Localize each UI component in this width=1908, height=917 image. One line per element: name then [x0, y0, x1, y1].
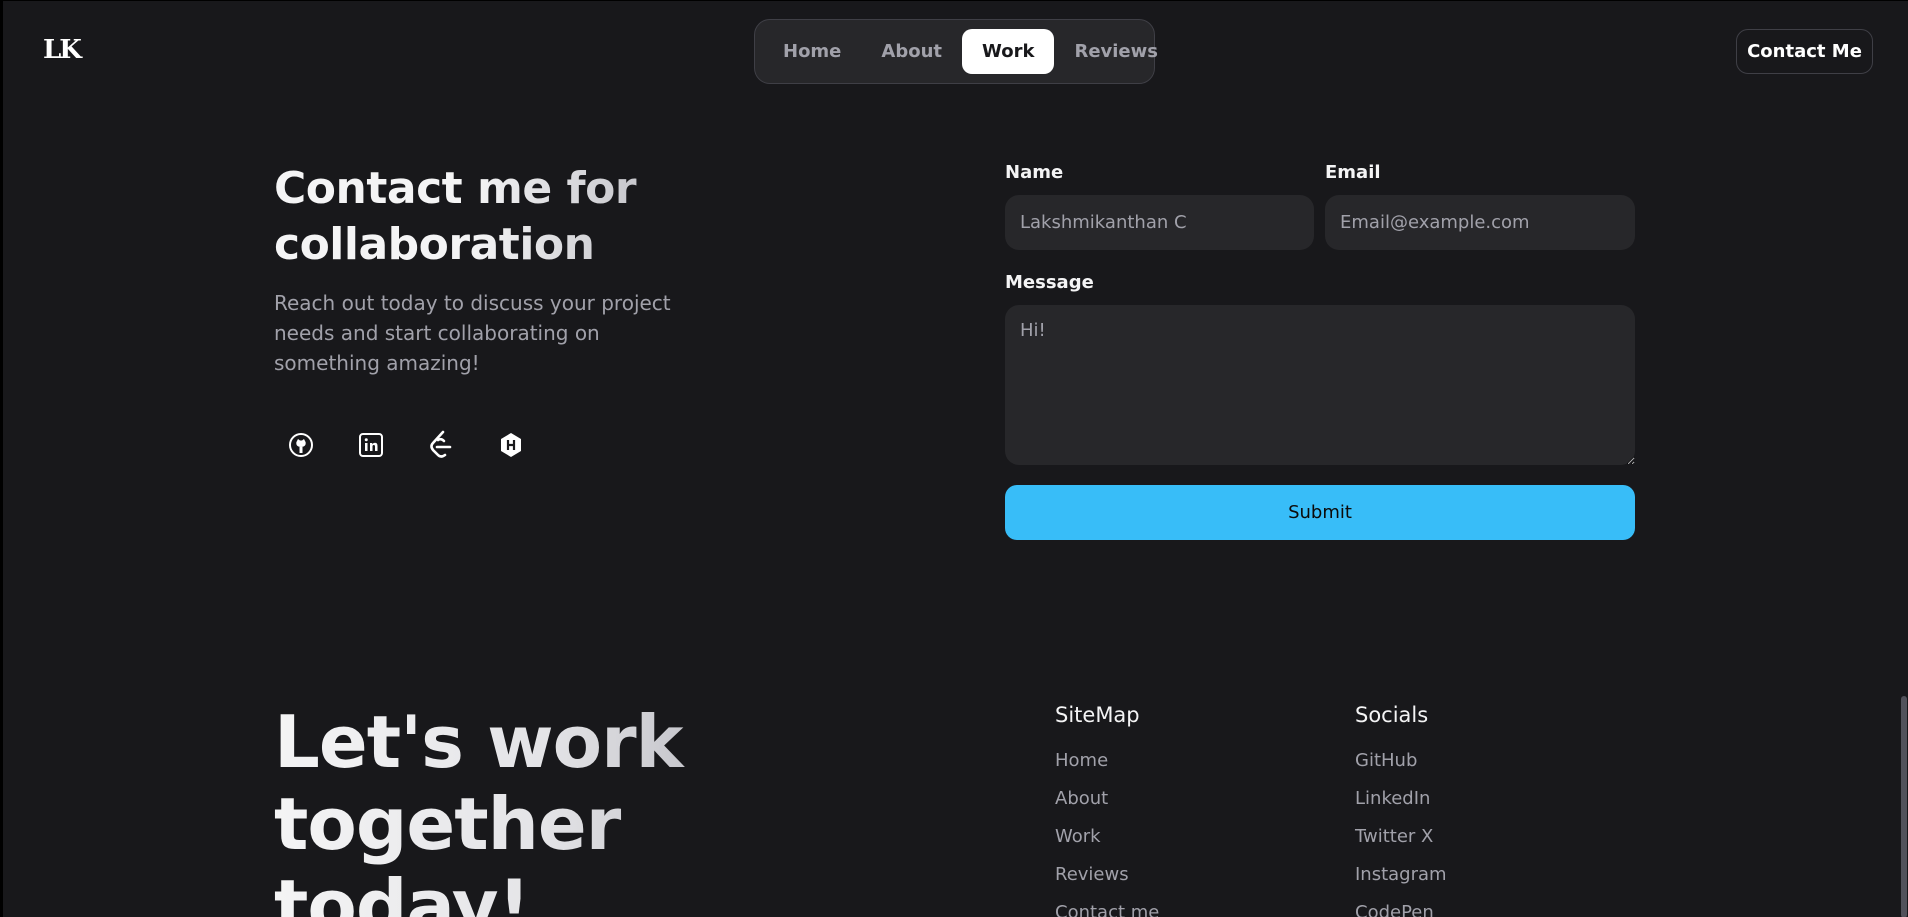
name-label: Name — [1005, 162, 1064, 183]
name-input[interactable] — [1005, 195, 1314, 250]
page: LK Home About Work Reviews Contact Me Co… — [0, 0, 1908, 917]
social-icons-row — [288, 430, 524, 458]
contact-title: Contact me for collaboration — [274, 161, 774, 273]
nav-reviews[interactable]: Reviews — [1054, 29, 1178, 74]
submit-button[interactable]: Submit — [1005, 485, 1635, 540]
sitemap-link-work[interactable]: Work — [1055, 825, 1159, 863]
github-icon[interactable] — [288, 432, 314, 458]
sitemap-list: Home About Work Reviews Contact me — [1055, 749, 1159, 917]
email-label: Email — [1325, 162, 1381, 183]
nav-about[interactable]: About — [861, 29, 962, 74]
social-link-twitter[interactable]: Twitter X — [1355, 825, 1447, 863]
site-logo[interactable]: LK — [43, 35, 82, 65]
main-nav: Home About Work Reviews — [754, 19, 1158, 84]
scrollbar-thumb[interactable] — [1901, 696, 1907, 917]
message-label: Message — [1005, 272, 1094, 293]
social-link-github[interactable]: GitHub — [1355, 749, 1447, 787]
social-link-instagram[interactable]: Instagram — [1355, 863, 1447, 901]
nav-home[interactable]: Home — [763, 29, 861, 74]
hackerrank-icon[interactable] — [498, 432, 524, 458]
scrollbar-track[interactable] — [1900, 1, 1908, 917]
sitemap-link-home[interactable]: Home — [1055, 749, 1159, 787]
email-input[interactable] — [1325, 195, 1635, 250]
sitemap-link-reviews[interactable]: Reviews — [1055, 863, 1159, 901]
message-textarea[interactable] — [1005, 305, 1635, 465]
linkedin-icon[interactable] — [358, 432, 384, 458]
contact-me-button[interactable]: Contact Me — [1736, 29, 1873, 74]
sitemap-link-about[interactable]: About — [1055, 787, 1159, 825]
socials-heading: Socials — [1355, 703, 1429, 727]
leetcode-icon[interactable] — [428, 430, 454, 458]
social-link-linkedin[interactable]: LinkedIn — [1355, 787, 1447, 825]
sitemap-link-contact[interactable]: Contact me — [1055, 901, 1159, 917]
nav-work[interactable]: Work — [962, 29, 1055, 74]
social-link-codepen[interactable]: CodePen — [1355, 901, 1447, 917]
socials-list: GitHub LinkedIn Twitter X Instagram Code… — [1355, 749, 1447, 917]
sitemap-heading: SiteMap — [1055, 703, 1140, 727]
contact-description: Reach out today to discuss your project … — [274, 291, 671, 375]
footer-title: Let's work together today! — [274, 701, 874, 917]
